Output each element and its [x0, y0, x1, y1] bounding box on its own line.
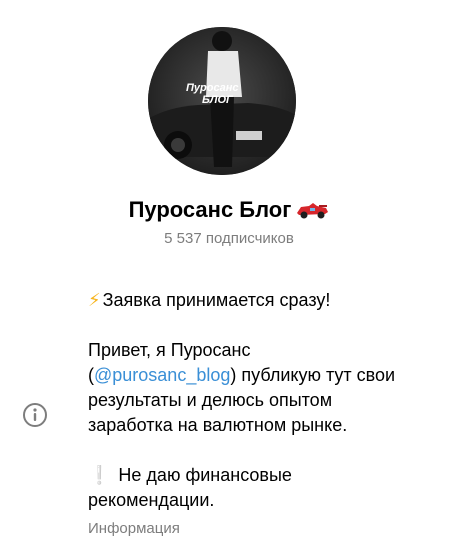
avatar-text-1: Пуросанс	[186, 82, 238, 94]
description-line-1: ⚡ Заявка принимается сразу!	[88, 288, 438, 313]
description-line-4: результаты и делюсь опытом	[88, 390, 333, 410]
description-line-5: заработка на валютном рынке.	[88, 415, 348, 435]
channel-avatar[interactable]: Пуросанс БЛОГ	[148, 27, 296, 175]
description-line-3-text: ) публикую тут свои	[230, 365, 396, 385]
channel-title-text: Пуросанс Блог	[128, 197, 292, 223]
avatar-text-2: БЛОГ	[202, 94, 234, 106]
info-circle-icon	[23, 403, 47, 427]
description-line-3: (@purosanc_blog) публикую тут свои	[88, 363, 438, 388]
description-line-1-text: Заявка принимается сразу!	[102, 290, 331, 310]
subscriber-count: 5 537 подписчиков	[164, 230, 294, 247]
description-line-6: ❕ Не даю финансовые	[88, 463, 438, 488]
channel-description: ⚡ Заявка принимается сразу! Привет, я Пур…	[88, 288, 438, 513]
race-car-icon	[297, 203, 329, 219]
channel-title: Пуросанс Блог	[0, 196, 458, 223]
info-section-label: Информация	[88, 520, 180, 537]
lightning-icon: ⚡	[88, 290, 101, 310]
description-line-6-text: Не даю финансовые	[118, 465, 292, 485]
description-line-2: Привет, я Пуросанс	[88, 340, 251, 360]
avatar-image: Пуросанс БЛОГ	[148, 27, 296, 175]
description-line-7: рекомендации.	[88, 490, 215, 510]
exclamation-icon: ❕	[88, 465, 111, 485]
channel-mention-link[interactable]: @purosanc_blog	[94, 365, 230, 385]
